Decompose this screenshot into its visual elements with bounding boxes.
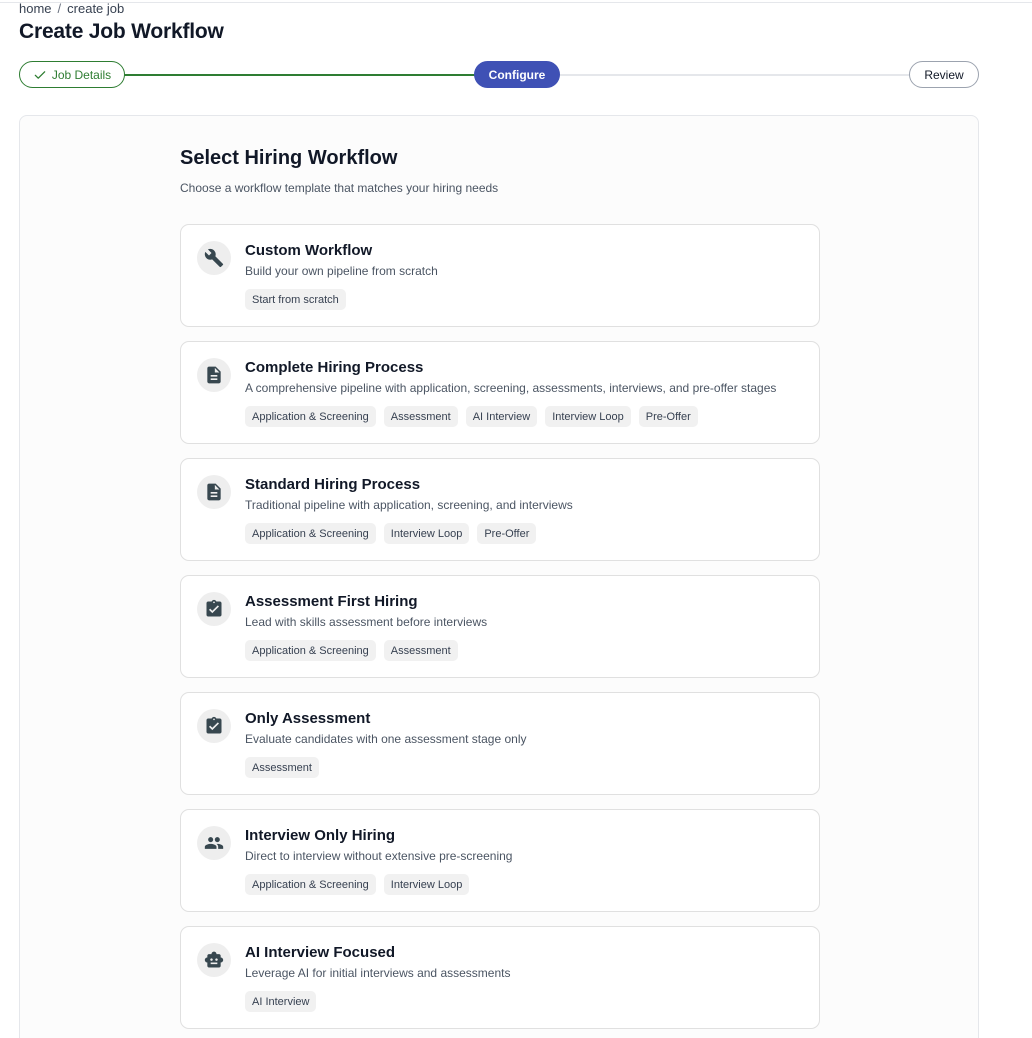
workflow-card[interactable]: Assessment First Hiring Lead with skills … (180, 575, 820, 678)
workflow-description: Leverage AI for initial interviews and a… (245, 966, 511, 980)
workflow-selection-panel: Select Hiring Workflow Choose a workflow… (19, 115, 979, 1038)
workflow-stage-tag: Interview Loop (545, 406, 631, 427)
section-subtitle: Choose a workflow template that matches … (180, 181, 499, 195)
section-title: Select Hiring Workflow (180, 147, 398, 169)
step-label: Review (924, 67, 964, 82)
people-icon (197, 826, 231, 860)
breadcrumb: home / create job (19, 1, 124, 16)
workflow-title: Custom Workflow (245, 242, 373, 259)
check-icon (34, 70, 46, 79)
workflow-stage-tag: Pre-Offer (477, 523, 537, 544)
workflow-stage-tag: Interview Loop (383, 523, 470, 544)
workflow-title: Only Assessment (245, 710, 371, 727)
workflow-stage-tag: Assessment (383, 640, 458, 661)
workflow-stage-tag: AI Interview (245, 991, 317, 1012)
breadcrumb-separator: / (57, 1, 62, 16)
workflow-description: Build your own pipeline from scratch (245, 264, 438, 278)
workflow-title: Complete Hiring Process (245, 359, 424, 376)
workflow-tags: Start from scratch (245, 289, 346, 310)
workflow-title: Interview Only Hiring (245, 827, 396, 844)
step-label: Configure (488, 67, 546, 82)
step-label: Job Details (51, 67, 112, 82)
clipboard-check-icon (197, 592, 231, 626)
workflow-title: Assessment First Hiring (245, 593, 418, 610)
step-job-details[interactable]: Job Details (19, 61, 125, 88)
workflow-stage-tag: Pre-Offer (638, 406, 698, 427)
workflow-list: Custom Workflow Build your own pipeline f… (180, 224, 820, 1038)
workflow-description: A comprehensive pipeline with applicatio… (245, 381, 777, 395)
workflow-stage-tag: Application & Screening (245, 874, 376, 895)
step-configure[interactable]: Configure (474, 61, 560, 88)
stepper-line-completed (123, 74, 483, 76)
wrench-icon (197, 241, 231, 275)
workflow-stage-tag: Application & Screening (245, 640, 376, 661)
workflow-card[interactable]: Standard Hiring Process Traditional pipel… (180, 458, 820, 561)
page-title: Create Job Workflow (19, 20, 224, 43)
workflow-stage-tag: Application & Screening (245, 523, 376, 544)
document-icon (197, 475, 231, 509)
workflow-description: Lead with skills assessment before inter… (245, 615, 488, 629)
clipboard-check-icon (197, 709, 231, 743)
workflow-card[interactable]: AI Interview Focused Leverage AI for init… (180, 926, 820, 1029)
workflow-description: Traditional pipeline with application, s… (245, 498, 573, 512)
workflow-stage-tag: Application & Screening (245, 406, 376, 427)
workflow-tags: Application & Screening Interview Loop (245, 874, 470, 895)
workflow-stage-tag: Interview Loop (383, 874, 470, 895)
workflow-tags: Assessment (245, 757, 319, 778)
workflow-stage-tag: Assessment (383, 406, 458, 427)
robot-icon (197, 943, 231, 977)
workflow-title: AI Interview Focused (245, 944, 396, 961)
workflow-tags: Application & Screening Assessment AI Inte… (245, 406, 698, 427)
workflow-card[interactable]: Only Assessment Evaluate candidates with … (180, 692, 820, 795)
document-icon (197, 358, 231, 392)
stepper-line-pending (559, 74, 911, 76)
breadcrumb-home-link[interactable]: home (19, 1, 52, 16)
workflow-card[interactable]: Custom Workflow Build your own pipeline f… (180, 224, 820, 327)
workflow-tags: Application & Screening Assessment (245, 640, 458, 661)
workflow-description: Direct to interview without extensive pr… (245, 849, 513, 863)
workflow-description: Evaluate candidates with one assessment … (245, 732, 527, 746)
workflow-title: Standard Hiring Process (245, 476, 421, 493)
workflow-tags: Application & Screening Interview Loop Pre… (245, 523, 537, 544)
workflow-tags: AI Interview (245, 991, 317, 1012)
workflow-stage-tag: Assessment (245, 757, 319, 778)
breadcrumb-current: create job (67, 1, 125, 16)
workflow-stage-tag: Start from scratch (245, 289, 346, 310)
step-review[interactable]: Review (909, 61, 979, 88)
workflow-card[interactable]: Complete Hiring Process A comprehensive p… (180, 341, 820, 444)
top-divider (0, 2, 1032, 3)
workflow-card[interactable]: Interview Only Hiring Direct to interview… (180, 809, 820, 912)
workflow-stage-tag: AI Interview (465, 406, 538, 427)
stepper: Job Details Configure Review (19, 61, 979, 88)
